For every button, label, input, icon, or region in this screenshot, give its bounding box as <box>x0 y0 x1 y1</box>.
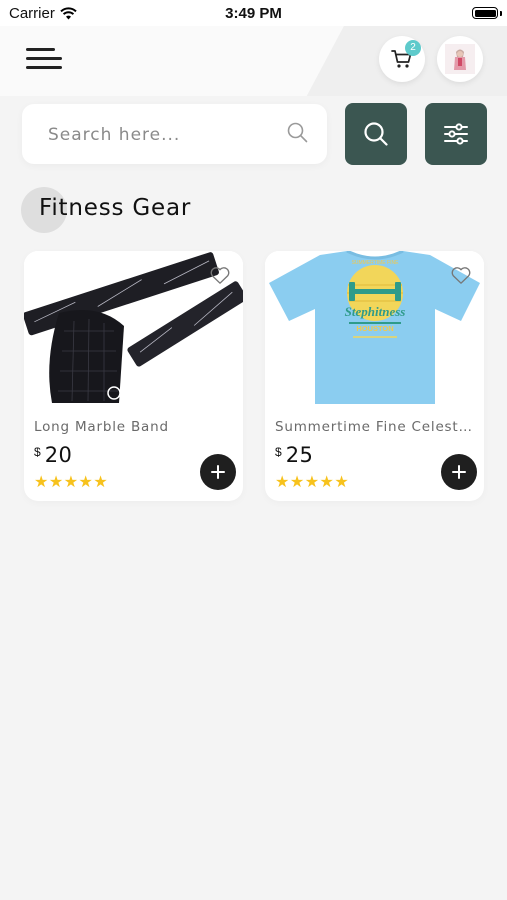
product-name: Long Marble Band <box>34 419 169 435</box>
menu-icon[interactable] <box>26 48 64 70</box>
section-title: Fitness Gear <box>39 195 192 221</box>
cart-count-badge: 2 <box>405 40 421 56</box>
battery-icon <box>472 7 498 19</box>
currency-symbol: $ <box>275 445 282 459</box>
price-value: 20 <box>44 443 73 467</box>
avatar[interactable] <box>437 36 483 82</box>
price-value: 25 <box>285 443 314 467</box>
status-time: 3:49 PM <box>225 5 282 22</box>
product-price: $25 <box>275 443 313 467</box>
product-card[interactable]: Long Marble Band $20 ★★★★★ <box>24 251 243 501</box>
user-avatar-image <box>445 44 475 74</box>
product-price: $20 <box>34 443 72 467</box>
currency-symbol: $ <box>34 445 41 459</box>
add-to-cart-button[interactable] <box>441 454 477 490</box>
rating-stars: ★★★★★ <box>275 474 350 491</box>
search-box <box>22 104 327 166</box>
search-button[interactable] <box>345 103 407 165</box>
search-icon <box>364 122 388 146</box>
filter-icon <box>444 123 468 145</box>
battery-tip <box>500 11 502 16</box>
product-card[interactable]: SUMMERTIME FINE Stephitness HOUSTON Summ… <box>265 251 484 501</box>
search-icon <box>287 122 308 143</box>
plus-icon <box>211 465 225 479</box>
svg-text:Stephitness: Stephitness <box>345 304 406 319</box>
rating-stars: ★★★★★ <box>34 474 109 491</box>
svg-text:HOUSTON: HOUSTON <box>356 324 393 333</box>
search-input[interactable] <box>46 104 280 166</box>
heart-icon[interactable] <box>209 265 231 285</box>
plus-icon <box>452 465 466 479</box>
add-to-cart-button[interactable] <box>200 454 236 490</box>
header-background <box>0 26 507 96</box>
status-bar: Carrier 3:49 PM <box>0 0 507 26</box>
product-name: Summertime Fine Celeste T... <box>275 419 473 435</box>
heart-icon[interactable] <box>450 265 472 285</box>
filter-button[interactable] <box>425 103 487 165</box>
